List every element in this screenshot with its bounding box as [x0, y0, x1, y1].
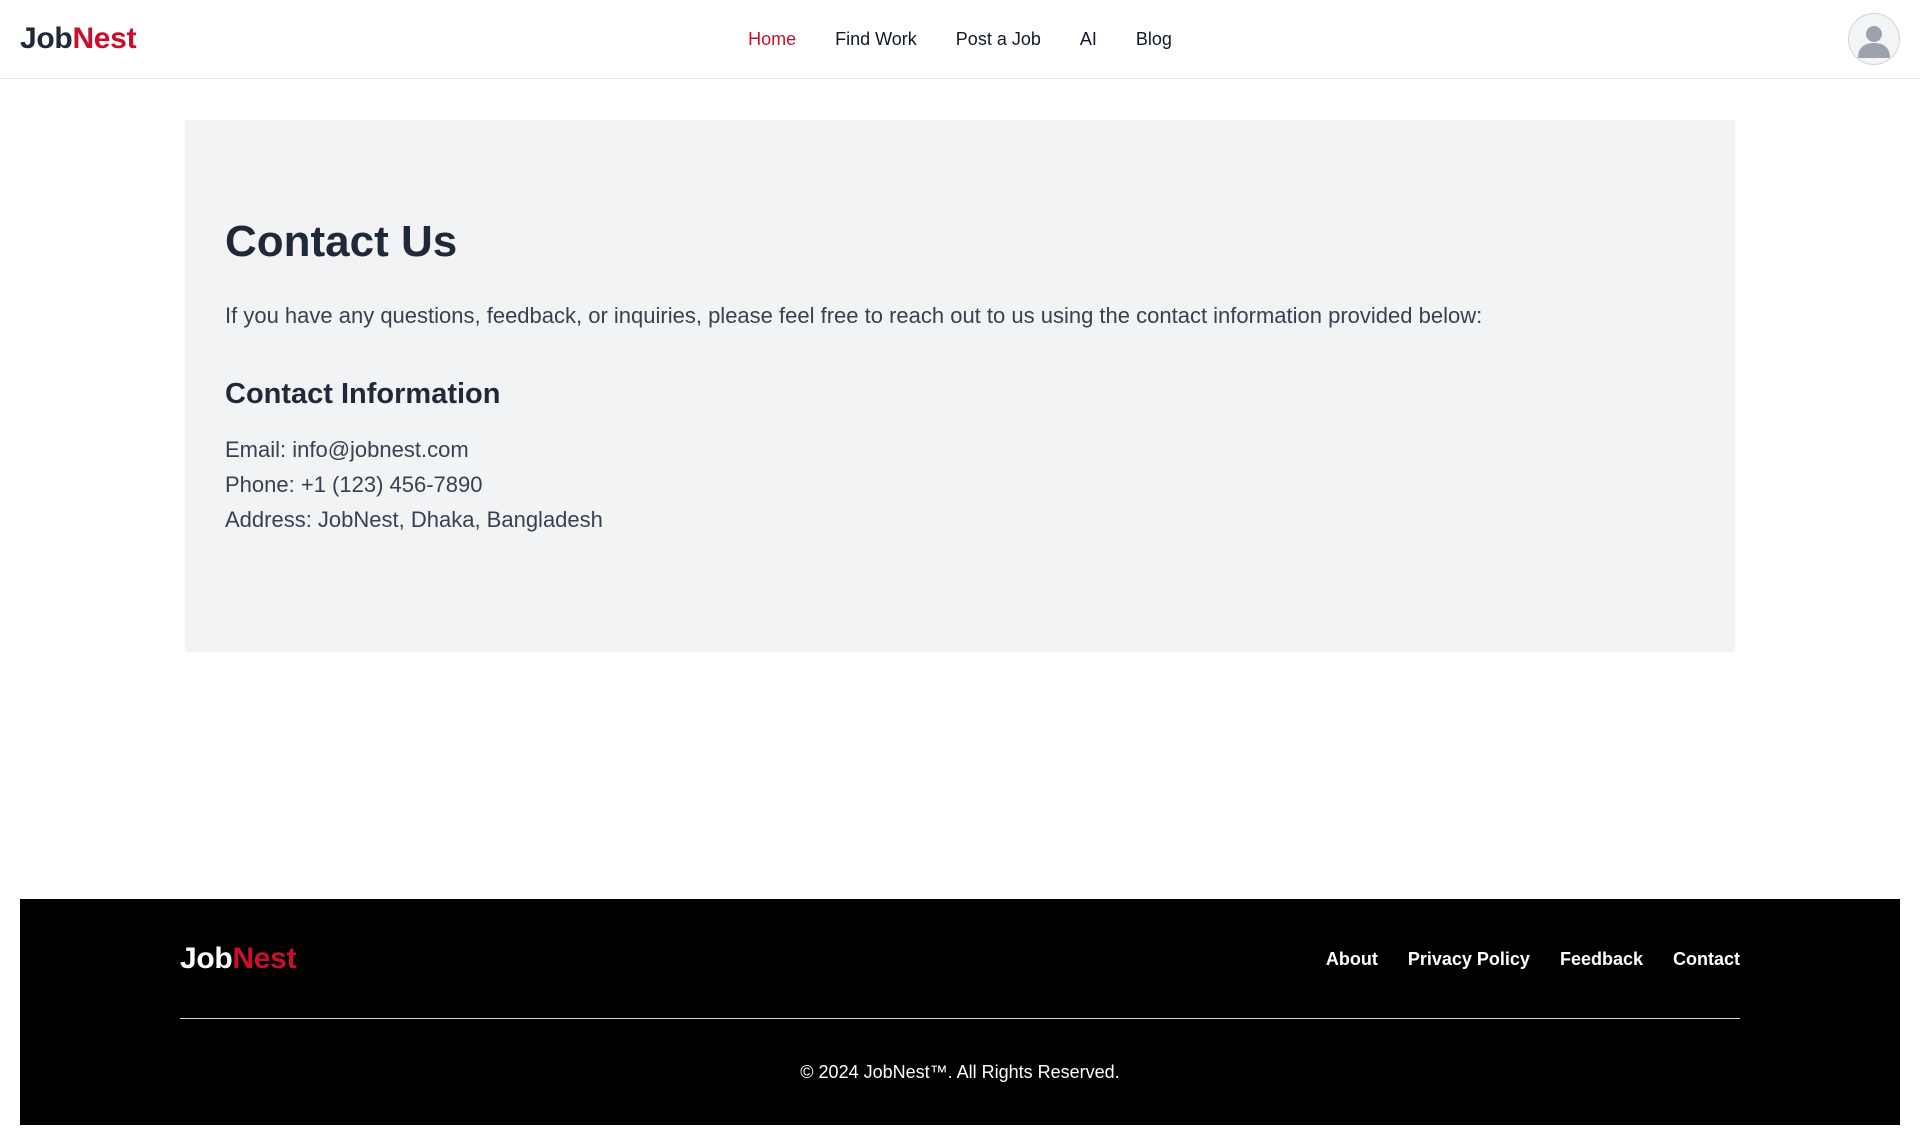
top-navbar: JobNest Home Find Work Post a Job AI Blo…	[0, 0, 1920, 79]
contact-phone: Phone: +1 (123) 456-7890	[225, 472, 483, 497]
footer-brand-logo[interactable]: JobNest	[180, 940, 297, 978]
contact-card: Contact Us If you have any questions, fe…	[185, 120, 1735, 652]
nav-link-home[interactable]: Home	[748, 28, 796, 50]
main-nav: Home Find Work Post a Job AI Blog	[0, 28, 1920, 50]
footer-link-feedback[interactable]: Feedback	[1560, 948, 1643, 970]
contact-info-list: Email: info@jobnest.com Phone: +1 (123) …	[225, 432, 1695, 537]
page-title: Contact Us	[225, 217, 458, 266]
nav-link-blog[interactable]: Blog	[1136, 28, 1172, 50]
footer-link-privacy-policy[interactable]: Privacy Policy	[1408, 948, 1530, 970]
contact-email: Email: info@jobnest.com	[225, 437, 469, 462]
copyright-text: © 2024 JobNest™. All Rights Reserved.	[800, 1062, 1120, 1082]
intro-text: If you have any questions, feedback, or …	[225, 303, 1483, 328]
footer-link-about[interactable]: About	[1326, 948, 1378, 970]
footer-brand-part1: Job	[180, 942, 233, 975]
footer-divider	[180, 1018, 1740, 1019]
user-avatar-icon	[1858, 26, 1890, 58]
footer-nav: About Privacy Policy Feedback Contact	[1326, 948, 1740, 970]
nav-link-find-work[interactable]: Find Work	[835, 28, 917, 50]
nav-link-post-a-job[interactable]: Post a Job	[956, 28, 1041, 50]
contact-address: Address: JobNest, Dhaka, Bangladesh	[225, 507, 603, 532]
footer-brand-part2: Nest	[232, 942, 297, 975]
user-avatar-button[interactable]	[1848, 13, 1900, 65]
nav-link-ai[interactable]: AI	[1080, 28, 1097, 50]
footer-link-contact[interactable]: Contact	[1673, 948, 1740, 970]
section-title: Contact Information	[225, 378, 501, 410]
site-footer: JobNest About Privacy Policy Feedback Co…	[20, 899, 1900, 1125]
